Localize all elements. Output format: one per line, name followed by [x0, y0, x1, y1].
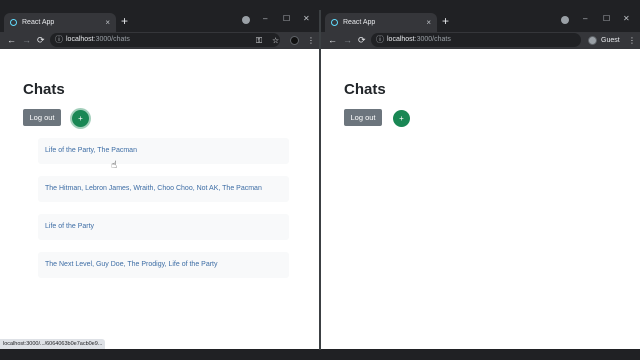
url-host: localhost [387, 36, 415, 43]
hand-cursor-icon: ☝ [111, 160, 118, 171]
menu-icon[interactable]: ⋮ [307, 33, 315, 48]
tab-close-icon[interactable]: × [426, 13, 431, 32]
reload-icon[interactable]: ⟳ [37, 33, 45, 48]
browser-toolbar: ← → ⟳ ⓘ localhost:3000/chats Guest ⋮ [321, 32, 640, 49]
chat-list-item[interactable]: The Hitman, Lebron James, Wraith, Choo C… [38, 176, 289, 202]
key-icon[interactable]: ⚿ [256, 33, 262, 48]
back-icon[interactable]: ← [7, 33, 16, 48]
profile-avatar-icon[interactable] [290, 36, 299, 45]
screen: React App × + – ☐ ✕ ← → ⟳ ⓘ localhost:30… [0, 0, 640, 360]
extension-icon[interactable] [242, 16, 250, 24]
chat-list-item[interactable]: Life of the Party, The Pacman [38, 138, 289, 164]
chat-list: Life of the Party, The Pacman The Hitman… [38, 138, 289, 290]
close-window-button[interactable]: ✕ [623, 12, 630, 26]
chat-list-item[interactable]: Life of the Party [38, 214, 289, 240]
logout-button[interactable]: Log out [344, 109, 382, 126]
minimize-button[interactable]: – [263, 12, 267, 26]
react-favicon-icon [331, 19, 338, 26]
tab-title: React App [343, 19, 376, 26]
site-info-icon[interactable]: ⓘ [55, 33, 63, 47]
guest-profile-icon[interactable] [588, 36, 597, 45]
forward-icon[interactable]: → [343, 33, 352, 48]
url-path: :3000/chats [93, 36, 130, 43]
new-chat-button[interactable]: + [72, 110, 89, 127]
tab-title: React App [22, 19, 55, 26]
tab-close-icon[interactable]: × [105, 13, 110, 32]
extension-icon[interactable] [561, 16, 569, 24]
page-title: Chats [23, 81, 65, 98]
tab-strip: React App × + – ☐ ✕ [321, 10, 640, 32]
minimize-button[interactable]: – [583, 12, 587, 26]
url-host: localhost [66, 36, 94, 43]
tab-strip: React App × + – ☐ ✕ [0, 10, 319, 32]
browser-toolbar: ← → ⟳ ⓘ localhost:3000/chats ⚿ ☆ ⋮ [0, 32, 319, 49]
reload-icon[interactable]: ⟳ [358, 33, 366, 48]
maximize-button[interactable]: ☐ [283, 12, 290, 26]
menu-icon[interactable]: ⋮ [628, 33, 636, 48]
close-window-button[interactable]: ✕ [303, 12, 310, 26]
right-browser-window: React App × + – ☐ ✕ ← → ⟳ ⓘ localhost:30… [321, 10, 640, 349]
address-bar[interactable]: ⓘ localhost:3000/chats [50, 33, 280, 47]
back-icon[interactable]: ← [328, 33, 337, 48]
chat-list-item[interactable]: The Next Level, Guy Doe, The Prodigy, Li… [38, 252, 289, 278]
logout-button[interactable]: Log out [23, 109, 61, 126]
new-chat-button[interactable]: + [393, 110, 410, 127]
bookmark-star-icon[interactable]: ☆ [272, 33, 279, 48]
react-favicon-icon [10, 19, 17, 26]
page-title: Chats [344, 81, 386, 98]
forward-icon[interactable]: → [22, 33, 31, 48]
tab-react-app[interactable]: React App × [4, 13, 116, 32]
status-bar-url: localhost:3000/.../6064063b0e7acb0e9... [0, 339, 106, 349]
page-content: Chats Log out + Life of the Party, The P… [0, 49, 319, 349]
left-browser-window: React App × + – ☐ ✕ ← → ⟳ ⓘ localhost:30… [0, 10, 319, 349]
address-bar[interactable]: ⓘ localhost:3000/chats [371, 33, 581, 47]
profile-label[interactable]: Guest [601, 33, 620, 48]
tab-react-app[interactable]: React App × [325, 13, 437, 32]
maximize-button[interactable]: ☐ [603, 12, 610, 26]
page-content: Chats Log out + [321, 49, 640, 349]
url-path: :3000/chats [414, 36, 451, 43]
site-info-icon[interactable]: ⓘ [376, 33, 384, 47]
new-tab-button[interactable]: + [121, 12, 128, 30]
new-tab-button[interactable]: + [442, 12, 449, 30]
